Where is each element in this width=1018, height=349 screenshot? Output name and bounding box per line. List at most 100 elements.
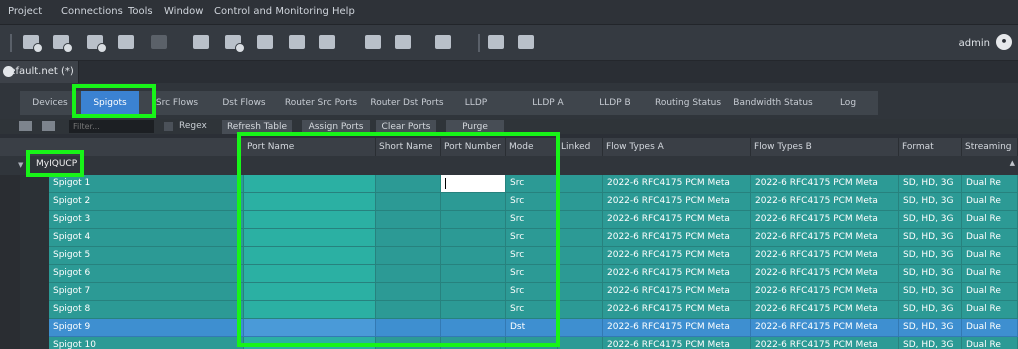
user-account-icon[interactable]: • (996, 34, 1012, 50)
spigot-name-cell[interactable]: Spigot 10 (49, 337, 244, 349)
port-name-cell[interactable] (244, 175, 376, 192)
port-name-cell[interactable] (244, 211, 376, 228)
flow-types-a-cell[interactable]: 2022-6 RFC4175 PCM Meta (603, 319, 751, 336)
short-name-cell[interactable] (376, 301, 441, 318)
flow-types-a-cell[interactable]: 2022-6 RFC4175 PCM Meta (603, 265, 751, 282)
table-row[interactable]: Spigot 10 2022-6 RFC4175 PCM Meta 2022-6 R… (49, 337, 1018, 349)
table-row[interactable]: Spigot 7 Src 2022-6 RFC4175 PCM Meta 2022-6… (49, 283, 1018, 301)
flow-types-b-cell[interactable]: 2022-6 RFC4175 PCM Meta (751, 265, 899, 282)
streaming-cell[interactable]: Dual Re (962, 319, 1018, 336)
deploy-button[interactable] (392, 32, 414, 54)
port-name-cell[interactable] (244, 247, 376, 264)
port-number-cell[interactable] (441, 229, 506, 246)
mode-cell[interactable] (506, 337, 558, 349)
mode-cell[interactable]: Src (506, 211, 558, 228)
flow-types-a-cell[interactable]: 2022-6 RFC4175 PCM Meta (603, 175, 751, 192)
column-header-port-number[interactable]: Port Number (441, 138, 506, 156)
mode-cell[interactable]: Src (506, 301, 558, 318)
flow-types-b-cell[interactable]: 2022-6 RFC4175 PCM Meta (751, 229, 899, 246)
linked-cell[interactable] (558, 319, 603, 336)
tab-lldp-b[interactable]: LLDP B (588, 91, 642, 115)
linked-cell[interactable] (558, 175, 603, 192)
format-cell[interactable]: SD, HD, 3G (899, 283, 962, 300)
short-name-cell[interactable] (376, 247, 441, 264)
port-name-cell[interactable] (244, 229, 376, 246)
linked-cell[interactable] (558, 265, 603, 282)
spigot-name-cell[interactable]: Spigot 7 (49, 283, 244, 300)
port-name-cell[interactable] (244, 193, 376, 210)
flow-types-a-cell[interactable]: 2022-6 RFC4175 PCM Meta (603, 247, 751, 264)
remove-device-button[interactable] (50, 32, 73, 54)
port-number-cell[interactable] (441, 175, 506, 192)
table-row[interactable]: Spigot 2 Src 2022-6 RFC4175 PCM Meta 2022-6… (49, 193, 1018, 211)
mode-cell[interactable]: Src (506, 265, 558, 282)
streaming-cell[interactable]: Dual Re (962, 175, 1018, 192)
column-header-flow-types-a[interactable]: Flow Types A (603, 138, 751, 156)
tab-spigots[interactable]: Spigots (81, 91, 139, 115)
spigot-name-cell[interactable]: Spigot 2 (49, 193, 244, 210)
mode-cell[interactable]: Src (506, 175, 558, 192)
column-header-port-name[interactable]: Port Name (244, 138, 376, 156)
flow-types-b-cell[interactable]: 2022-6 RFC4175 PCM Meta (751, 211, 899, 228)
collapse-all-icon[interactable] (19, 121, 32, 131)
tree-view-button[interactable] (254, 32, 276, 54)
port-number-cell[interactable] (441, 337, 506, 349)
assign-ports-button[interactable]: Assign Ports (302, 120, 370, 134)
clear-ports-button[interactable]: Clear Ports (376, 120, 436, 134)
menu-help[interactable]: Help (332, 0, 355, 24)
flow-types-a-cell[interactable]: 2022-6 RFC4175 PCM Meta (603, 337, 751, 349)
spigot-name-cell[interactable]: Spigot 3 (49, 211, 244, 228)
column-header-flow-types-b[interactable]: Flow Types B (751, 138, 899, 156)
short-name-cell[interactable] (376, 265, 441, 282)
short-name-cell[interactable] (376, 175, 441, 192)
format-cell[interactable]: SD, HD, 3G (899, 211, 962, 228)
short-name-cell[interactable] (376, 283, 441, 300)
tab-bandwidth-status[interactable]: Bandwidth Status (729, 91, 817, 115)
lock-button[interactable] (362, 32, 384, 54)
flow-types-a-cell[interactable]: 2022-6 RFC4175 PCM Meta (603, 283, 751, 300)
scroll-up-icon[interactable]: ▲ (1010, 159, 1015, 167)
port-number-cell[interactable] (441, 319, 506, 336)
tab-lldp[interactable]: LLDP (456, 91, 496, 115)
port-number-cell[interactable] (441, 193, 506, 210)
format-cell[interactable]: SD, HD, 3G (899, 229, 962, 246)
menu-tools[interactable]: Tools (128, 0, 153, 24)
flow-types-b-cell[interactable]: 2022-6 RFC4175 PCM Meta (751, 247, 899, 264)
flow-types-b-cell[interactable]: 2022-6 RFC4175 PCM Meta (751, 319, 899, 336)
settings-sheet-button[interactable] (222, 32, 245, 54)
document-tab[interactable]: default.net (*) ✕ (0, 61, 79, 83)
home-button[interactable] (485, 32, 507, 54)
column-header-short-name[interactable]: Short Name (376, 138, 441, 156)
menu-control-and-monitoring[interactable]: Control and Monitoring (214, 0, 329, 24)
flow-types-a-cell[interactable]: 2022-6 RFC4175 PCM Meta (603, 229, 751, 246)
flow-types-a-cell[interactable]: 2022-6 RFC4175 PCM Meta (603, 193, 751, 210)
regex-checkbox[interactable] (164, 122, 173, 131)
linked-cell[interactable] (558, 229, 603, 246)
expand-arrow-icon[interactable]: ▼ (18, 161, 23, 169)
refresh-button[interactable] (316, 32, 338, 54)
table-row[interactable]: Spigot 4 Src 2022-6 RFC4175 PCM Meta 2022-6… (49, 229, 1018, 247)
spigot-name-cell[interactable]: Spigot 4 (49, 229, 244, 246)
table-row[interactable]: Spigot 8 Src 2022-6 RFC4175 PCM Meta 2022-6… (49, 301, 1018, 319)
port-name-cell[interactable] (244, 319, 376, 336)
streaming-cell[interactable]: Dual Re (962, 265, 1018, 282)
edit-sheet-button[interactable] (190, 32, 212, 54)
mode-cell[interactable]: Src (506, 193, 558, 210)
filter-input[interactable] (69, 120, 154, 133)
menu-window[interactable]: Window (164, 0, 203, 24)
streaming-cell[interactable]: Dual Re (962, 193, 1018, 210)
table-row[interactable]: Spigot 5 Src 2022-6 RFC4175 PCM Meta 2022-6… (49, 247, 1018, 265)
short-name-cell[interactable] (376, 211, 441, 228)
spigot-name-cell[interactable]: Spigot 6 (49, 265, 244, 282)
save-button[interactable] (115, 32, 137, 54)
mode-cell[interactable]: Src (506, 229, 558, 246)
tab-src-flows[interactable]: Src Flows (150, 91, 204, 115)
flow-types-a-cell[interactable]: 2022-6 RFC4175 PCM Meta (603, 301, 751, 318)
linked-cell[interactable] (558, 283, 603, 300)
linked-cell[interactable] (558, 193, 603, 210)
configure-button[interactable] (432, 32, 454, 54)
linked-cell[interactable] (558, 247, 603, 264)
format-cell[interactable]: SD, HD, 3G (899, 175, 962, 192)
port-number-cell[interactable] (441, 211, 506, 228)
flow-types-b-cell[interactable]: 2022-6 RFC4175 PCM Meta (751, 283, 899, 300)
